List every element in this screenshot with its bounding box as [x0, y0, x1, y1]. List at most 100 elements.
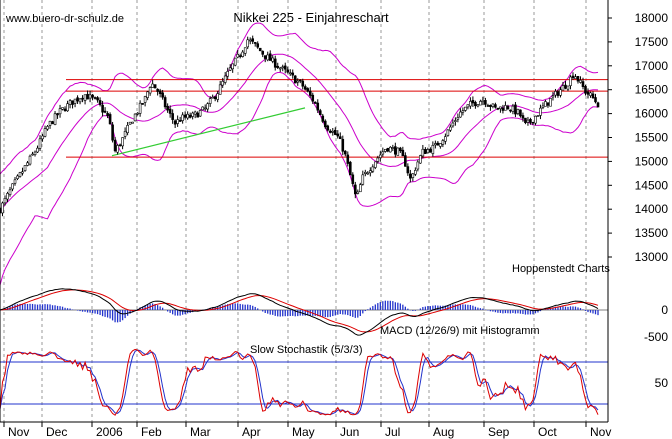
candle-body: [419, 155, 422, 164]
candle-body: [554, 91, 557, 96]
y-tick-label: 15000: [635, 154, 669, 168]
candle-body: [138, 102, 142, 114]
candle-body: [549, 98, 552, 107]
candle-body: [183, 114, 187, 118]
candle-body: [591, 93, 595, 99]
candle-body: [566, 85, 570, 90]
x-tick-label: Nov: [8, 425, 29, 439]
candle-body: [356, 191, 360, 194]
candle-body: [589, 92, 592, 96]
candle-body: [68, 100, 72, 105]
candle-body: [76, 97, 79, 102]
candle-body: [399, 147, 402, 152]
candle-body: [471, 100, 475, 104]
candle-body: [128, 121, 132, 125]
source-note: Hoppenstedt Charts: [512, 263, 610, 275]
candle-body: [108, 114, 112, 125]
candle-body: [81, 97, 84, 100]
candle-body: [73, 98, 77, 104]
candle-body: [178, 120, 182, 122]
x-tick-label: Aug: [433, 425, 454, 439]
candle-body: [143, 96, 147, 103]
candle-body: [341, 138, 345, 152]
candle-body: [268, 53, 272, 61]
candle-body: [93, 97, 97, 99]
candle-body: [51, 121, 54, 125]
candle-body: [83, 94, 87, 101]
candle-body: [374, 161, 377, 168]
candle-body: [454, 120, 457, 122]
candle-body: [233, 57, 237, 66]
candle-body: [476, 104, 480, 107]
candle-body: [153, 84, 157, 89]
candle-body: [489, 104, 492, 107]
candle-body: [298, 79, 302, 82]
y-tick-label: 15500: [635, 131, 669, 145]
y-tick-label: 14000: [635, 202, 669, 216]
candle-body: [43, 128, 47, 137]
candle-body: [168, 108, 172, 114]
candle-body: [579, 79, 582, 83]
candle-body: [376, 157, 380, 162]
candle-body: [569, 76, 572, 86]
candle-body: [316, 102, 320, 111]
candle-body: [163, 97, 167, 108]
candle-body: [359, 184, 362, 193]
candle-body: [288, 72, 292, 75]
candle-body: [181, 114, 184, 121]
candle-body: [446, 129, 450, 136]
candle-body: [26, 162, 29, 166]
candle-body: [66, 103, 69, 112]
candle-body: [541, 105, 545, 108]
candle-body: [111, 124, 114, 141]
candle-body: [16, 175, 19, 179]
candle-body: [311, 94, 315, 102]
candle-body: [71, 100, 74, 105]
candle-body: [226, 71, 229, 77]
candle-body: [481, 99, 485, 102]
candle-body: [486, 105, 490, 107]
candle-body: [278, 67, 282, 70]
candle-body: [581, 81, 585, 87]
y-tick-label: 16000: [635, 107, 669, 121]
candle-body: [439, 143, 442, 147]
x-tick-label: Oct: [538, 425, 557, 439]
candle-body: [323, 120, 327, 128]
candle-body: [161, 92, 164, 98]
candle-body: [253, 42, 257, 44]
candle-body: [529, 119, 532, 123]
candle-body: [231, 63, 234, 70]
candle-body: [444, 136, 447, 142]
candle-body: [459, 111, 462, 118]
candle-body: [531, 121, 535, 124]
candle-body: [216, 93, 219, 100]
candle-body: [148, 87, 152, 94]
candle-body: [256, 43, 260, 48]
candle-body: [313, 101, 317, 104]
candle-body: [343, 150, 347, 155]
candle-body: [263, 55, 267, 59]
chart-title: Nikkei 225 - Einjahreschart: [233, 10, 389, 25]
candle-body: [303, 86, 307, 90]
candle-body: [166, 105, 169, 111]
x-tick-label: Apr: [242, 425, 261, 439]
candle-body: [361, 174, 365, 185]
candle-body: [198, 110, 202, 117]
chart-stage: 18000 17500 17000 16500 16000 15500 15000 14500…: [0, 0, 672, 439]
candle-body: [188, 114, 192, 118]
candle-body: [331, 130, 335, 133]
candle-body: [136, 112, 139, 115]
candle-body: [381, 151, 385, 155]
candle-body: [146, 91, 149, 98]
candle-body: [536, 115, 540, 117]
candle-body: [56, 113, 59, 116]
candle-body: [28, 155, 32, 165]
candle-body: [464, 106, 467, 111]
candle-body: [391, 147, 395, 149]
candle-body: [424, 149, 427, 154]
candle-body: [36, 147, 39, 153]
candle-body: [241, 51, 245, 57]
candle-body: [556, 91, 560, 96]
candle-body: [466, 104, 470, 108]
candle-body: [208, 98, 212, 104]
